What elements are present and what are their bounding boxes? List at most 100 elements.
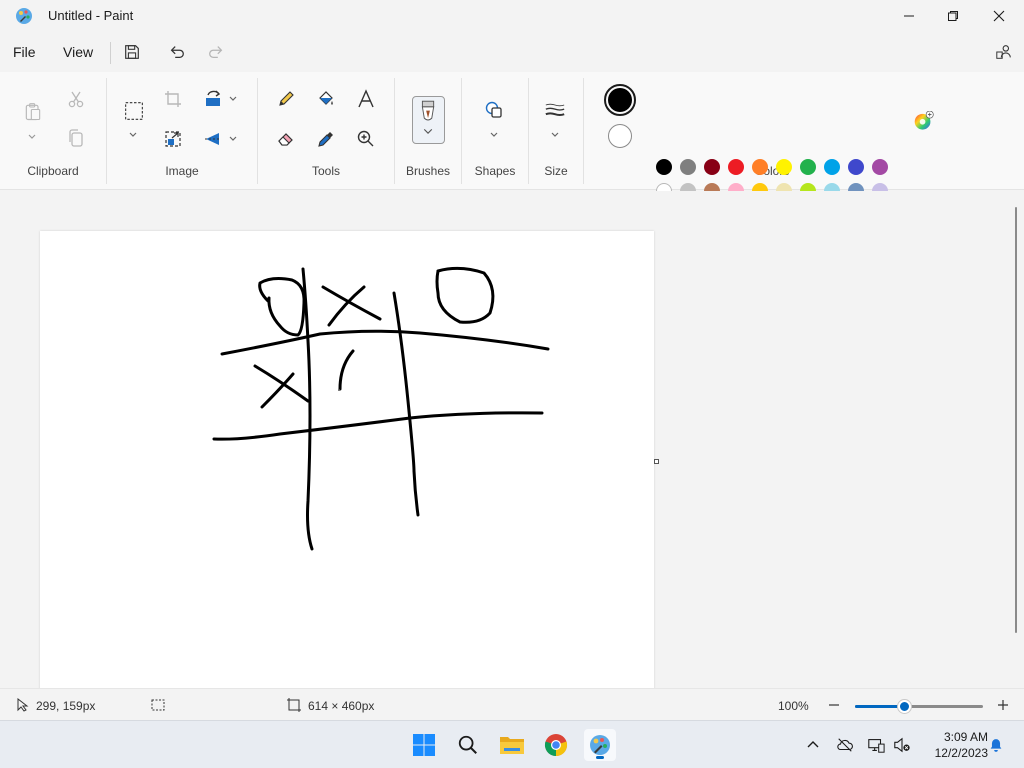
zoom-slider[interactable] [855, 700, 983, 713]
close-button[interactable] [976, 0, 1022, 32]
network-icon [868, 739, 885, 753]
drawing-canvas[interactable] [40, 231, 654, 688]
menu-divider [110, 42, 111, 64]
palette-swatch[interactable] [752, 159, 768, 175]
onedrive-button[interactable] [835, 735, 855, 755]
zoom-slider-thumb[interactable] [897, 700, 911, 713]
color-picker-button[interactable] [314, 127, 338, 151]
cut-button[interactable] [64, 87, 88, 111]
account-button[interactable] [994, 42, 1014, 62]
eraser-icon [278, 133, 293, 146]
shapes-chevron-icon[interactable] [489, 130, 499, 140]
notifications-button[interactable] [986, 735, 1006, 755]
flip-chevron-icon[interactable] [228, 134, 238, 144]
image-label: Image [165, 164, 199, 178]
start-button[interactable] [408, 729, 440, 761]
show-hidden-icons-button[interactable] [803, 735, 823, 755]
palette-swatch[interactable] [800, 159, 816, 175]
palette-swatch[interactable] [824, 159, 840, 175]
zoom-level[interactable]: 100% [778, 699, 809, 713]
redo-button[interactable] [206, 42, 226, 62]
vertical-scrollbar[interactable] [1015, 207, 1017, 633]
crop-button[interactable] [161, 87, 185, 111]
canvas-resize-handle[interactable] [654, 459, 659, 464]
eraser-button[interactable] [274, 127, 298, 151]
palette-swatch[interactable] [872, 159, 888, 175]
file-menu[interactable]: File [13, 44, 36, 60]
search-button[interactable] [452, 729, 484, 761]
restore-button[interactable] [930, 0, 976, 32]
palette-swatch[interactable] [656, 159, 672, 175]
primary-color-button[interactable] [604, 84, 636, 116]
chrome-icon [544, 734, 568, 757]
zoom-in-icon[interactable] [996, 698, 1010, 712]
shapes-button[interactable] [482, 98, 506, 122]
title-bar: Untitled - Paint [0, 0, 1024, 32]
zoom-out-icon[interactable] [827, 698, 841, 712]
search-icon [458, 735, 477, 754]
paint-icon [590, 735, 610, 755]
resize-icon [165, 131, 181, 147]
minimize-icon [904, 15, 914, 17]
restore-icon [948, 11, 958, 21]
fill-button[interactable] [314, 87, 338, 111]
view-menu[interactable]: View [63, 44, 93, 60]
paste-chevron-icon[interactable] [27, 132, 37, 142]
primary-color-swatch [608, 88, 632, 112]
minimize-button[interactable] [886, 0, 932, 32]
magnifier-button[interactable] [354, 127, 378, 151]
save-icon [125, 45, 139, 59]
palette-swatch[interactable] [728, 159, 744, 175]
file-explorer-button[interactable] [496, 729, 528, 761]
chrome-button[interactable] [540, 729, 572, 761]
windows-start-icon [413, 734, 435, 756]
resize-button[interactable] [161, 127, 185, 151]
volume-button[interactable] [892, 735, 912, 755]
undo-button[interactable] [167, 42, 187, 62]
colors-group: Colors [584, 72, 960, 190]
edit-colors-button[interactable] [910, 107, 938, 135]
cursor-position: 299, 159px [36, 699, 96, 713]
flip-button[interactable] [201, 127, 225, 151]
pencil-button[interactable] [274, 87, 298, 111]
image-group: Image [107, 72, 257, 190]
brushes-button[interactable] [412, 96, 445, 144]
brush-icon [421, 100, 435, 134]
canvas-workspace[interactable] [0, 191, 1024, 688]
select-chevron-icon[interactable] [128, 130, 138, 140]
shapes-group: Shapes [462, 72, 528, 190]
size-chevron-icon[interactable] [550, 130, 560, 140]
colors-label: Colors [754, 164, 790, 178]
secondary-color-button[interactable] [608, 124, 632, 148]
palette-swatch[interactable] [704, 159, 720, 175]
cloud-offline-icon [837, 738, 853, 752]
file-explorer-icon [500, 737, 524, 754]
account-icon [996, 45, 1011, 59]
text-button[interactable] [354, 87, 378, 111]
copy-button[interactable] [64, 126, 88, 150]
rotate-icon [206, 90, 221, 106]
cut-icon [68, 91, 84, 108]
stroke-size-icon [545, 103, 565, 116]
palette-swatch[interactable] [680, 159, 696, 175]
palette-swatch[interactable] [848, 159, 864, 175]
paste-button[interactable] [20, 98, 46, 126]
ribbon: Clipboard Image Tools Brushes Shapes Siz… [0, 72, 1024, 223]
active-app-indicator [596, 756, 604, 759]
crop-icon [165, 91, 181, 107]
color-picker-icon [318, 132, 333, 147]
save-button[interactable] [122, 42, 142, 62]
select-button[interactable] [121, 98, 147, 124]
palette-swatch[interactable] [776, 159, 792, 175]
tic-tac-toe-drawing[interactable] [40, 231, 654, 688]
volume-muted-icon [894, 737, 910, 753]
redo-icon [209, 46, 223, 59]
network-button[interactable] [866, 735, 886, 755]
paint-taskbar-button[interactable] [584, 729, 616, 761]
clock[interactable]: 3:09 AM 12/2/2023 [918, 729, 988, 761]
text-icon [358, 89, 374, 108]
rotate-button[interactable] [201, 87, 225, 111]
size-button[interactable] [543, 98, 567, 122]
canvas-size-icon [287, 698, 301, 712]
rotate-chevron-icon[interactable] [228, 94, 238, 104]
